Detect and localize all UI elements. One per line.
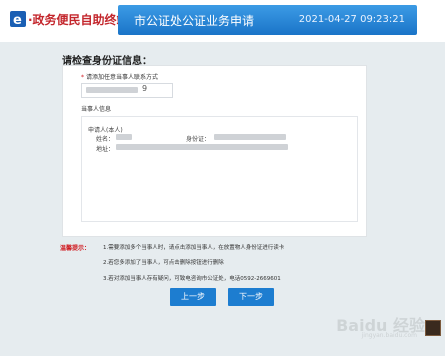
current-datetime: 2021-04-27 09:23:21 bbox=[298, 14, 405, 25]
applicant-title: 申请人(本人) bbox=[88, 127, 123, 134]
page-title: 市公证处公证业务申请 bbox=[134, 14, 255, 28]
contact-label: * 请添加任意当事人联系方式 bbox=[81, 72, 158, 81]
phone-visible-digit: 9 bbox=[142, 84, 148, 93]
contact-label-text: 请添加任意当事人联系方式 bbox=[86, 74, 159, 81]
redacted-id-number bbox=[214, 134, 286, 140]
redacted-phone bbox=[86, 87, 138, 93]
party-card: 申请人(本人) 姓名： 身份证： 地址： bbox=[81, 116, 358, 222]
title-banner: 市公证处公证业务申请 2021-04-27 09:23:21 bbox=[118, 5, 417, 35]
redacted-address bbox=[116, 144, 288, 150]
id-number-label: 身份证： bbox=[186, 136, 211, 143]
id-info-panel: * 请添加任意当事人联系方式 9 当事人信息 申请人(本人) 姓名： 身份证： 地… bbox=[62, 65, 367, 237]
corner-logo-icon bbox=[425, 320, 441, 336]
previous-step-button[interactable]: 上一步 bbox=[170, 288, 216, 306]
redacted-name bbox=[116, 134, 132, 140]
tips-label: 温馨提示： bbox=[60, 245, 91, 252]
svg-text:e: e bbox=[13, 13, 22, 27]
tip-line-1: 1.需要添加多个当事人时，请点击添加当事人，在放置物人身份证进行读卡 bbox=[103, 245, 285, 251]
party-section-title: 当事人信息 bbox=[81, 106, 112, 113]
baidu-watermark-url: jingyan.baidu.com bbox=[361, 332, 417, 339]
name-label: 姓名： bbox=[96, 136, 115, 143]
tip-line-2: 2.若您多添加了当事人，可点击删除按钮进行删除 bbox=[103, 260, 224, 266]
contact-phone-input[interactable]: 9 bbox=[81, 83, 173, 98]
top-header: e ·政务便民自助终端 市公证处公证业务申请 2021-04-27 09:23:… bbox=[0, 0, 445, 42]
required-mark: * bbox=[81, 74, 84, 81]
address-label: 地址： bbox=[96, 146, 115, 153]
tip-line-3: 3.若对添加当事人存有疑问，可致电咨询市公证处，电话0592-2669601 bbox=[103, 276, 281, 282]
next-step-button[interactable]: 下一步 bbox=[228, 288, 274, 306]
government-logo-icon: e bbox=[10, 11, 26, 27]
terminal-brand-name: ·政务便民自助终端 bbox=[28, 13, 129, 27]
